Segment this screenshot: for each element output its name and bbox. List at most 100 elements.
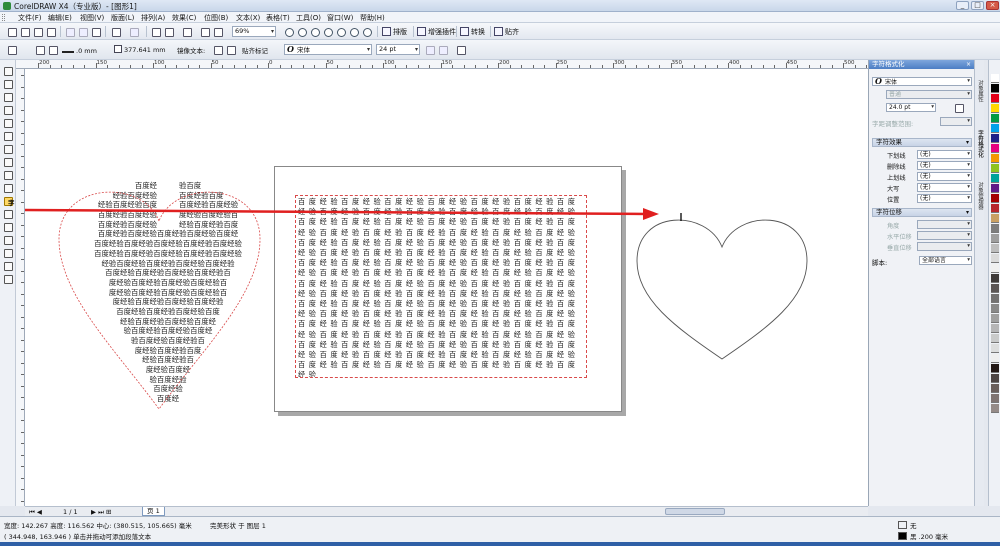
corel-online-icon[interactable] xyxy=(212,26,223,37)
eyedropper-tool-icon[interactable] xyxy=(3,235,13,245)
horizontal-scrollbar-thumb[interactable] xyxy=(665,508,725,515)
text-align-icon[interactable] xyxy=(455,44,466,55)
menu-arrange[interactable]: 排列(A) xyxy=(141,13,165,23)
docker-underline-icon[interactable] xyxy=(953,102,964,113)
outline-style-icon[interactable] xyxy=(6,44,30,55)
zoom-width-icon[interactable] xyxy=(348,26,359,37)
menu-edit[interactable]: 编辑(E) xyxy=(48,13,72,23)
drawing-canvas[interactable]: 百度经 验百度 经验百度经验 百度经验百度 经验百度经验百度 百度经验百度经验 百度经… xyxy=(25,69,868,506)
cut-icon[interactable] xyxy=(64,26,75,37)
menu-help[interactable]: 帮助(H) xyxy=(360,13,385,23)
color-swatch[interactable] xyxy=(991,164,999,173)
color-swatch[interactable] xyxy=(991,404,999,413)
open-icon[interactable] xyxy=(19,26,30,37)
redo-icon[interactable] xyxy=(128,26,139,37)
docker-close-icon[interactable]: × xyxy=(966,60,971,69)
color-swatch[interactable] xyxy=(991,284,999,293)
start-arrow-icon[interactable] xyxy=(34,44,45,55)
snap-button[interactable]: 贴齐 xyxy=(494,27,519,37)
color-swatch[interactable] xyxy=(991,364,999,373)
color-swatch[interactable] xyxy=(991,154,999,163)
interactive-fill-tool-icon[interactable] xyxy=(3,274,13,284)
save-icon[interactable] xyxy=(32,26,43,37)
zoom-out-icon[interactable] xyxy=(296,26,307,37)
tab-character-formatting[interactable]: 字符格式化 xyxy=(976,130,984,158)
underline-select[interactable]: (无) xyxy=(917,150,972,159)
plugin-button[interactable]: 增强插件 xyxy=(417,27,456,37)
maximize-button[interactable]: □ xyxy=(971,1,984,10)
zoom-level-select[interactable]: 69% xyxy=(232,26,276,37)
line-width-field[interactable]: .0 mm xyxy=(62,45,97,55)
color-swatch[interactable] xyxy=(991,224,999,233)
vertical-ruler[interactable] xyxy=(16,69,25,506)
uppercase-select[interactable]: (无) xyxy=(917,183,972,192)
zoom-page-icon[interactable] xyxy=(335,26,346,37)
outline-tool-icon[interactable] xyxy=(3,248,13,258)
rectangle-tool-icon[interactable] xyxy=(3,144,13,154)
overline-select[interactable]: (无) xyxy=(917,172,972,181)
welcome-screen-icon[interactable] xyxy=(199,26,210,37)
new-document-icon[interactable] xyxy=(6,26,17,37)
text-tool-icon[interactable]: 字 xyxy=(3,196,15,207)
color-swatch[interactable] xyxy=(991,264,999,273)
shape-tool-icon[interactable] xyxy=(3,79,13,89)
color-swatch[interactable] xyxy=(991,244,999,253)
table-tool-icon[interactable] xyxy=(3,209,13,219)
color-swatch[interactable] xyxy=(991,274,999,283)
undo-icon[interactable] xyxy=(110,26,121,37)
color-swatch[interactable] xyxy=(991,254,999,263)
right-heart-shape[interactable] xyxy=(636,219,808,360)
arrange-button[interactable]: 排版 xyxy=(382,27,407,37)
minimize-button[interactable]: _ xyxy=(956,1,969,10)
menu-text[interactable]: 文本(X) xyxy=(236,13,260,23)
menu-view[interactable]: 视图(V) xyxy=(80,13,104,23)
color-swatch[interactable] xyxy=(991,344,999,353)
color-swatch[interactable] xyxy=(991,114,999,123)
color-swatch[interactable] xyxy=(991,354,999,363)
distance-field[interactable]: 377.641 mm xyxy=(114,45,166,54)
color-swatch[interactable] xyxy=(991,144,999,153)
tab-object-manager[interactable]: 对象管理器 xyxy=(976,182,984,210)
freehand-tool-icon[interactable] xyxy=(3,118,13,128)
mirror-horizontal-icon[interactable] xyxy=(212,44,223,55)
fill-status[interactable]: 无 xyxy=(895,520,917,530)
effects-section-header[interactable]: 字符效果 xyxy=(872,138,972,147)
menu-effects[interactable]: 效果(C) xyxy=(172,13,196,23)
color-swatch[interactable] xyxy=(991,324,999,333)
zoom-height-icon[interactable] xyxy=(361,26,372,37)
bold-icon[interactable] xyxy=(424,44,435,55)
docker-size-field[interactable]: 24.0 pt xyxy=(886,103,936,112)
application-launcher-icon[interactable] xyxy=(181,26,192,37)
menu-layout[interactable]: 版面(L) xyxy=(111,13,134,23)
print-icon[interactable] xyxy=(45,26,56,37)
color-swatch[interactable] xyxy=(991,74,999,83)
zoom-all-icon[interactable] xyxy=(322,26,333,37)
menu-tools[interactable]: 工具(O) xyxy=(296,13,321,23)
crop-tool-icon[interactable] xyxy=(3,92,13,102)
menu-table[interactable]: 表格(T) xyxy=(266,13,290,23)
color-swatch[interactable] xyxy=(991,124,999,133)
color-swatch[interactable] xyxy=(991,384,999,393)
docker-style-select[interactable]: 普通 xyxy=(886,90,972,99)
color-swatch[interactable] xyxy=(991,84,999,93)
left-heart-outline[interactable] xyxy=(58,191,261,410)
interactive-blend-tool-icon[interactable] xyxy=(3,222,13,232)
color-swatch[interactable] xyxy=(991,184,999,193)
menu-file[interactable]: 文件(F) xyxy=(18,13,42,23)
menu-bitmap[interactable]: 位图(B) xyxy=(204,13,228,23)
color-swatch[interactable] xyxy=(991,374,999,383)
outline-status[interactable]: 黑 .200 毫米 xyxy=(895,531,948,541)
zoom-in-icon[interactable] xyxy=(283,26,294,37)
font-size-select[interactable]: 24 pt xyxy=(376,44,420,55)
close-button[interactable]: × xyxy=(986,1,999,10)
horizontal-shift-field[interactable] xyxy=(917,231,972,240)
paste-icon[interactable] xyxy=(90,26,101,37)
color-swatch[interactable] xyxy=(991,294,999,303)
color-swatch[interactable] xyxy=(991,304,999,313)
import-icon[interactable] xyxy=(150,26,161,37)
zoom-tool-icon[interactable] xyxy=(3,105,13,115)
angle-field[interactable] xyxy=(917,220,972,229)
shift-section-header[interactable]: 字符位移 xyxy=(872,208,972,217)
color-swatch[interactable] xyxy=(991,394,999,403)
polygon-tool-icon[interactable] xyxy=(3,170,13,180)
